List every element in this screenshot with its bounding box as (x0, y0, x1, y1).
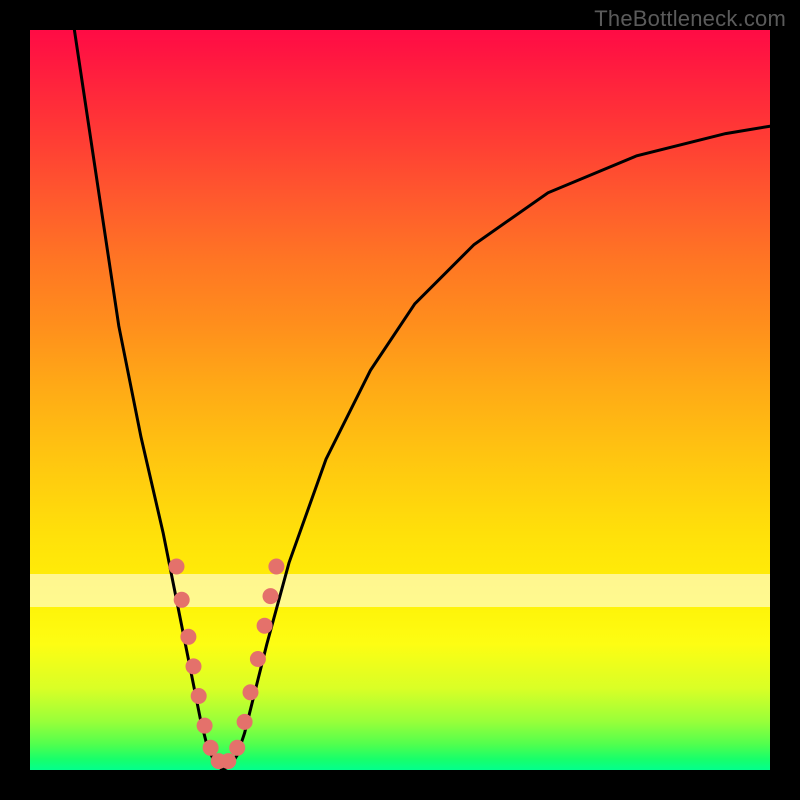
chart-frame: TheBottleneck.com (0, 0, 800, 800)
watermark-text: TheBottleneck.com (594, 6, 786, 32)
marker-dot (237, 714, 253, 730)
marker-dot (197, 718, 213, 734)
marker-dot (191, 688, 207, 704)
marker-dot (263, 588, 279, 604)
bottleneck-curve (74, 30, 770, 770)
marker-dot (220, 753, 236, 769)
marker-dots (169, 559, 285, 770)
marker-dot (203, 740, 219, 756)
marker-dot (243, 684, 259, 700)
marker-dot (250, 651, 266, 667)
plot-area (30, 30, 770, 770)
marker-dot (268, 559, 284, 575)
curve-layer (30, 30, 770, 770)
marker-dot (169, 559, 185, 575)
marker-dot (186, 658, 202, 674)
marker-dot (180, 629, 196, 645)
marker-dot (257, 618, 273, 634)
marker-dot (229, 740, 245, 756)
marker-dot (174, 592, 190, 608)
